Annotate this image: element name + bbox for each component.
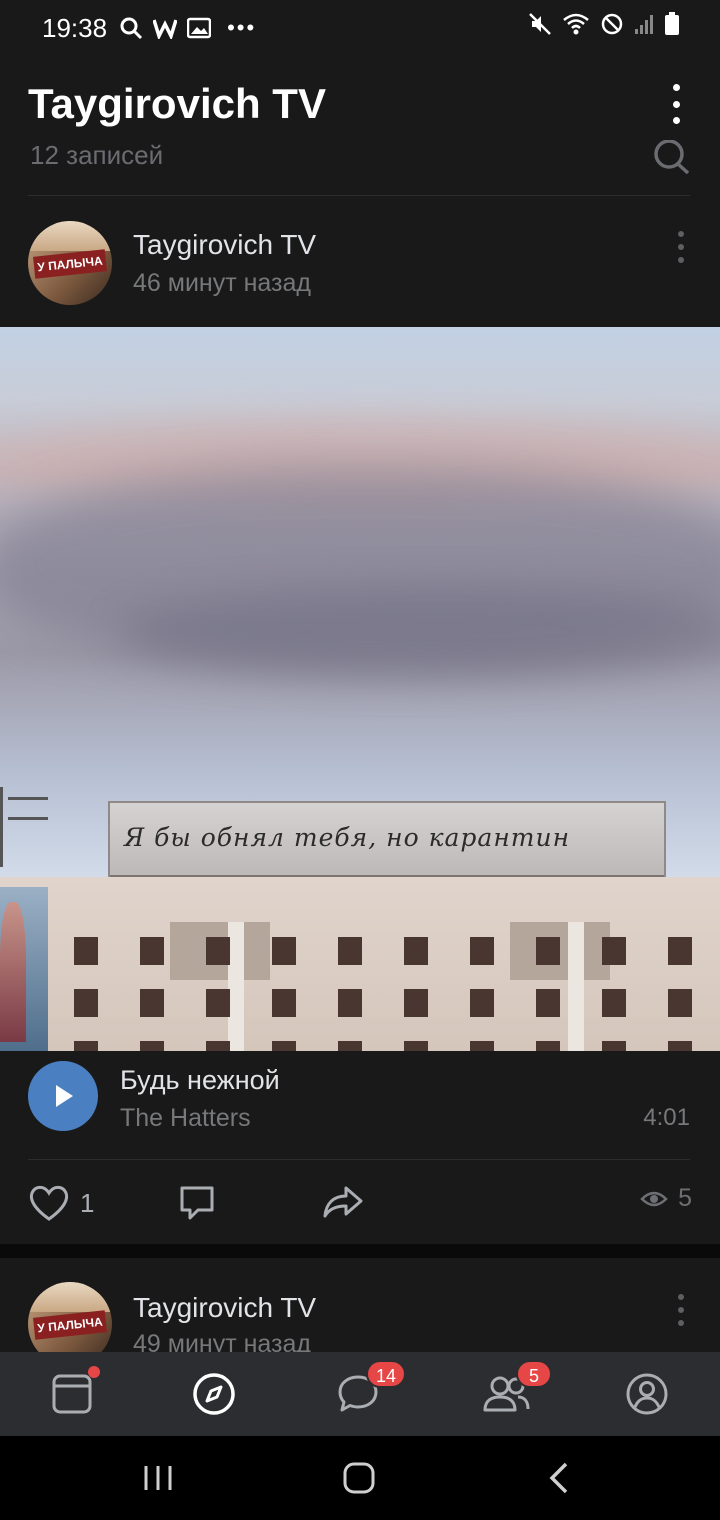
avatar[interactable]: У ПАЛЫЧА	[28, 1282, 112, 1352]
app-header: Taygirovich TV	[0, 56, 720, 152]
status-right-icons	[528, 12, 680, 36]
post-more-icon[interactable]	[676, 1294, 686, 1326]
track-artist: The Hatters	[120, 1104, 251, 1132]
play-button[interactable]	[28, 1061, 98, 1131]
do-not-disturb-icon	[601, 13, 623, 35]
post-photo[interactable]: Я бы обнял тебя, но карантин	[0, 327, 720, 1051]
feed-separator	[0, 1244, 720, 1258]
records-subheader: 12 записей	[0, 140, 720, 196]
post-actions: 1 5	[0, 1160, 720, 1244]
records-count: 12 записей	[30, 140, 164, 170]
post-author[interactable]: Taygirovich TV	[133, 229, 316, 261]
gallery-icon	[187, 17, 212, 39]
post-header-2: У ПАЛЫЧА Taygirovich TV 49 минут назад	[0, 1258, 720, 1352]
eye-icon	[640, 1191, 668, 1206]
comment-icon	[180, 1186, 214, 1220]
tab-messages[interactable]: 14	[336, 1360, 407, 1416]
profile-icon	[626, 1373, 668, 1415]
recent-apps-icon[interactable]	[138, 1458, 178, 1498]
play-icon	[56, 1085, 73, 1107]
track-title[interactable]: Будь нежной	[120, 1065, 280, 1096]
search-icon	[120, 17, 143, 40]
compass-icon	[193, 1373, 235, 1415]
status-time: 19:38	[42, 12, 108, 43]
avatar[interactable]: У ПАЛЫЧА	[28, 221, 112, 305]
post-author[interactable]: Taygirovich TV	[133, 1292, 316, 1324]
friends-badge: 5	[516, 1360, 552, 1388]
like-button[interactable]: 1	[28, 1184, 94, 1222]
search-icon[interactable]	[652, 140, 692, 180]
tab-news[interactable]	[50, 1366, 100, 1416]
notification-dot	[88, 1366, 100, 1378]
post-more-icon[interactable]	[676, 231, 686, 263]
w-app-icon	[153, 19, 178, 39]
tab-friends[interactable]: 5	[482, 1360, 552, 1416]
home-icon[interactable]	[339, 1458, 379, 1498]
billboard-text: Я бы обнял тебя, но карантин	[124, 823, 571, 852]
more-vertical-icon[interactable]	[664, 84, 688, 124]
divider	[28, 195, 690, 196]
track-duration: 4:01	[643, 1104, 690, 1131]
status-left-icons: •••	[119, 15, 256, 41]
share-icon	[323, 1186, 363, 1218]
signal-icon	[635, 15, 653, 34]
avatar-sign: У ПАЛЫЧА	[33, 1310, 107, 1340]
like-count: 1	[80, 1187, 95, 1218]
mute-icon	[529, 13, 551, 35]
bottom-tab-bar: 14 5	[0, 1352, 720, 1436]
system-nav-bar	[0, 1436, 720, 1520]
post-header: У ПАЛЫЧА Taygirovich TV 46 минут назад	[0, 197, 720, 327]
messages-badge: 14	[366, 1360, 407, 1388]
heart-icon	[29, 1185, 69, 1221]
avatar-sign: У ПАЛЫЧА	[33, 249, 107, 279]
battery-icon	[665, 12, 679, 35]
post-time: 46 минут назад	[133, 269, 311, 297]
back-icon[interactable]	[540, 1458, 580, 1498]
share-button[interactable]	[322, 1184, 364, 1220]
view-count: 5	[678, 1184, 692, 1212]
billboard: Я бы обнял тебя, но карантин	[108, 801, 666, 877]
audio-attachment: Будь нежной The Hatters 4:01	[0, 1051, 720, 1159]
tab-profile[interactable]	[625, 1372, 669, 1416]
views: 5	[640, 1184, 692, 1213]
comment-button[interactable]	[178, 1184, 216, 1224]
tab-discover[interactable]	[192, 1372, 236, 1416]
page-title: Taygirovich TV	[28, 80, 326, 127]
newsfeed-icon	[52, 1374, 92, 1414]
status-bar: 19:38 •••	[0, 0, 720, 56]
more-dots-icon: •••	[227, 15, 257, 40]
wifi-icon	[563, 13, 589, 35]
post-time: 49 минут назад	[133, 1330, 311, 1352]
